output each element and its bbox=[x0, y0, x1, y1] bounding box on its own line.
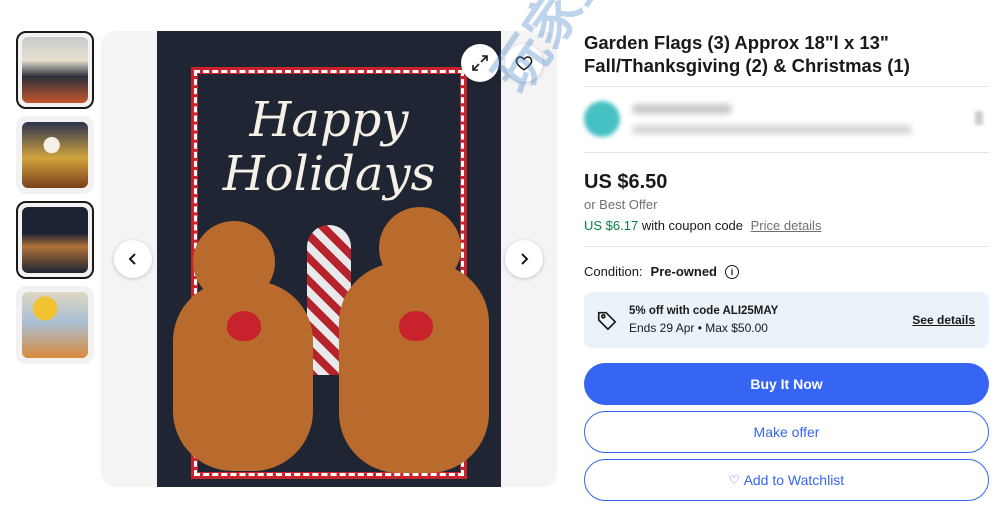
condition-row: Condition: Pre-owned i bbox=[584, 247, 989, 279]
promo-title: 5% off with code ALI25MAY bbox=[629, 305, 779, 317]
add-to-watchlist-button[interactable]: ♡ Add to Watchlist bbox=[584, 459, 989, 501]
chevron-right-icon bbox=[975, 111, 983, 125]
seller-links-blurred bbox=[632, 125, 912, 134]
heart-icon: ♡ bbox=[728, 473, 740, 487]
coupon-text: with coupon code bbox=[641, 218, 744, 233]
thumbnail-image bbox=[22, 37, 88, 103]
next-image-button[interactable] bbox=[505, 240, 543, 278]
listing-title: Garden Flags (3) Approx 18"l x 13" Fall/… bbox=[584, 32, 910, 76]
gingerbread-left-head bbox=[193, 221, 275, 303]
coupon-price: US $6.17 bbox=[584, 218, 639, 233]
thumbnail-image bbox=[22, 292, 88, 358]
heart-icon bbox=[515, 56, 533, 71]
heart-decoration bbox=[399, 311, 433, 341]
watchlist-label: Add to Watchlist bbox=[743, 472, 845, 488]
see-details-link[interactable]: See details bbox=[912, 313, 975, 327]
price-details-link[interactable]: Price details bbox=[751, 218, 822, 233]
condition-value: Pre-owned bbox=[650, 264, 718, 279]
tag-icon bbox=[597, 311, 617, 331]
price: US $6.50 bbox=[584, 171, 668, 193]
condition-label: Condition: bbox=[584, 264, 643, 279]
gingerbread-left-body bbox=[173, 281, 313, 471]
watch-heart-button[interactable] bbox=[505, 44, 543, 82]
seller-avatar bbox=[584, 101, 620, 137]
heart-decoration bbox=[227, 311, 261, 341]
coupon-price-row: US $6.17 with coupon code Price details bbox=[584, 218, 989, 233]
info-icon[interactable]: i bbox=[725, 264, 740, 279]
seller-name-blurred bbox=[632, 104, 732, 114]
listing-panel: Garden Flags (3) Approx 18"l x 13" Fall/… bbox=[584, 31, 989, 501]
thumbnail-list bbox=[16, 31, 94, 371]
make-offer-button[interactable]: Make offer bbox=[584, 411, 989, 453]
gingerbread-right-body bbox=[339, 263, 489, 473]
main-product-image: Happy Holidays bbox=[157, 31, 501, 487]
gingerbread-right-head bbox=[379, 207, 461, 289]
previous-image-button[interactable] bbox=[114, 240, 152, 278]
best-offer-label: or Best Offer bbox=[584, 197, 658, 212]
main-image-gallery[interactable]: Happy Holidays bbox=[101, 31, 557, 487]
thumbnail-1[interactable] bbox=[16, 31, 94, 109]
thumbnail-4[interactable] bbox=[16, 286, 94, 364]
thumbnail-2[interactable] bbox=[16, 116, 94, 194]
divider bbox=[584, 152, 989, 153]
promo-banner: 5% off with code ALI25MAY Ends 29 Apr • … bbox=[584, 292, 989, 348]
expand-button[interactable] bbox=[461, 44, 499, 82]
thumbnail-3[interactable] bbox=[16, 201, 94, 279]
flag-text: Happy Holidays bbox=[222, 92, 436, 202]
buy-it-now-button[interactable]: Buy It Now bbox=[584, 363, 989, 405]
expand-icon bbox=[472, 55, 488, 71]
promo-terms: Ends 29 Apr • Max $50.00 bbox=[629, 321, 768, 335]
chevron-left-icon bbox=[128, 253, 136, 265]
chevron-right-icon bbox=[521, 253, 529, 265]
thumbnail-image bbox=[22, 122, 88, 188]
seller-info[interactable] bbox=[584, 87, 989, 152]
thumbnail-image bbox=[22, 207, 88, 273]
